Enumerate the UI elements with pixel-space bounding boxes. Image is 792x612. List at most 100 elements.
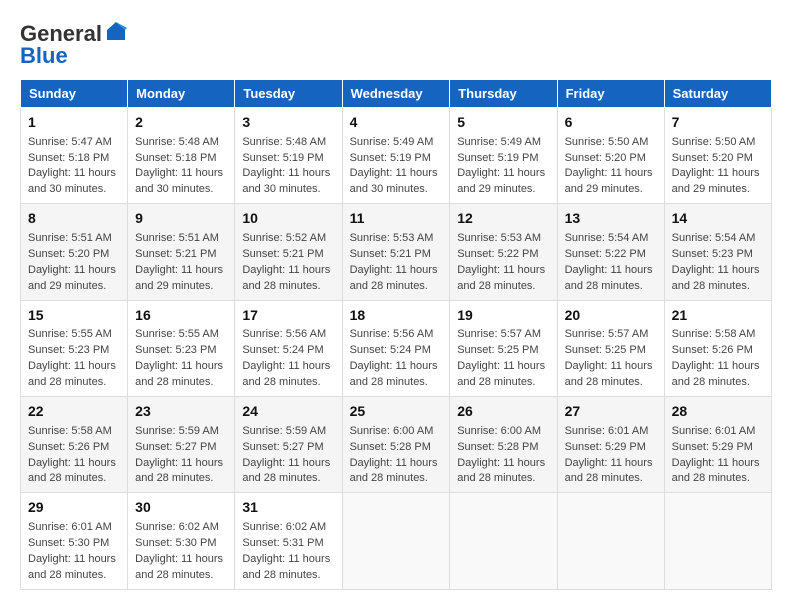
daylight-label: Daylight: 11 hours and 28 minutes.: [242, 360, 330, 388]
sunset-label: Sunset: 5:27 PM: [242, 441, 323, 453]
day-info: Sunrise: 5:48 AM Sunset: 5:18 PM Daylight:…: [135, 135, 227, 199]
day-info: Sunrise: 5:57 AMSunset: 5:25 PMDaylight:…: [457, 327, 549, 391]
day-number: 10: [242, 209, 334, 229]
day-number: 24: [242, 402, 334, 422]
sunrise-label: Sunrise: 5:56 AM: [350, 328, 434, 340]
daylight-label: Daylight: 11 hours and 28 minutes.: [672, 360, 760, 388]
day-info: Sunrise: 5:56 AM Sunset: 5:24 PM Daylight:…: [242, 327, 334, 391]
daylight-label: Daylight: 11 hours and 28 minutes.: [135, 553, 223, 581]
sunrise-label: Sunrise: 5:50 AM: [672, 136, 756, 148]
daylight-label: Daylight: 11 hours and 28 minutes.: [457, 457, 545, 485]
calendar-cell: 5Sunrise: 5:49 AMSunset: 5:19 PMDaylight…: [450, 108, 557, 204]
daylight-label: Daylight: 11 hours and 30 minutes.: [242, 167, 330, 195]
sunset-label: Sunset: 5:19 PM: [350, 152, 431, 164]
calendar-cell: 1Sunrise: 5:47 AMSunset: 5:18 PMDaylight…: [21, 108, 128, 204]
day-number: 5: [457, 113, 549, 133]
sunrise-label: Sunrise: 5:56 AM: [242, 328, 326, 340]
calendar-cell: [664, 493, 771, 589]
sunset-label: Sunset: 5:26 PM: [672, 344, 753, 356]
daylight-label: Daylight: 11 hours and 28 minutes.: [28, 457, 116, 485]
daylight-label: Daylight: 11 hours and 28 minutes.: [565, 360, 653, 388]
daylight-label: Daylight: 11 hours and 28 minutes.: [242, 553, 330, 581]
sunset-label: Sunset: 5:20 PM: [565, 152, 646, 164]
day-info: Sunrise: 5:56 AMSunset: 5:24 PMDaylight:…: [350, 327, 443, 391]
sunrise-label: Sunrise: 5:55 AM: [135, 328, 219, 340]
calendar-cell: 21Sunrise: 5:58 AMSunset: 5:26 PMDayligh…: [664, 300, 771, 396]
calendar-cell: 2 Sunrise: 5:48 AM Sunset: 5:18 PM Daylight…: [128, 108, 235, 204]
daylight-label: Daylight: 11 hours and 29 minutes.: [672, 167, 760, 195]
sunrise-label: Sunrise: 5:58 AM: [28, 425, 112, 437]
sunrise-label: Sunrise: 5:48 AM: [135, 136, 219, 148]
daylight-label: Daylight: 11 hours and 28 minutes.: [242, 264, 330, 292]
day-info: Sunrise: 6:00 AMSunset: 5:28 PMDaylight:…: [350, 424, 443, 488]
day-info: Sunrise: 5:50 AMSunset: 5:20 PMDaylight:…: [565, 135, 657, 199]
sunset-label: Sunset: 5:29 PM: [672, 441, 753, 453]
day-info: Sunrise: 5:54 AMSunset: 5:23 PMDaylight:…: [672, 231, 764, 295]
calendar-cell: 13Sunrise: 5:54 AMSunset: 5:22 PMDayligh…: [557, 204, 664, 300]
day-number: 29: [28, 498, 120, 518]
week-row-5: 29Sunrise: 6:01 AMSunset: 5:30 PMDayligh…: [21, 493, 772, 589]
calendar-cell: 29Sunrise: 6:01 AMSunset: 5:30 PMDayligh…: [21, 493, 128, 589]
column-header-monday: Monday: [128, 80, 235, 108]
calendar-cell: 18Sunrise: 5:56 AMSunset: 5:24 PMDayligh…: [342, 300, 450, 396]
day-info: Sunrise: 5:54 AMSunset: 5:22 PMDaylight:…: [565, 231, 657, 295]
sunset-label: Sunset: 5:30 PM: [28, 537, 109, 549]
calendar-cell: 15Sunrise: 5:55 AMSunset: 5:23 PMDayligh…: [21, 300, 128, 396]
sunrise-label: Sunrise: 5:54 AM: [565, 232, 649, 244]
calendar-cell: 12Sunrise: 5:53 AMSunset: 5:22 PMDayligh…: [450, 204, 557, 300]
day-info: Sunrise: 5:51 AMSunset: 5:20 PMDaylight:…: [28, 231, 120, 295]
column-header-sunday: Sunday: [21, 80, 128, 108]
day-info: Sunrise: 5:51 AMSunset: 5:21 PMDaylight:…: [135, 231, 227, 295]
day-number: 6: [565, 113, 657, 133]
day-info: Sunrise: 5:55 AMSunset: 5:23 PMDaylight:…: [135, 327, 227, 391]
day-number: 17: [242, 306, 334, 326]
sunset-label: Sunset: 5:25 PM: [457, 344, 538, 356]
calendar-cell: 17 Sunrise: 5:56 AM Sunset: 5:24 PM Dayligh…: [235, 300, 342, 396]
day-info: Sunrise: 5:47 AMSunset: 5:18 PMDaylight:…: [28, 135, 120, 199]
calendar-cell: 14Sunrise: 5:54 AMSunset: 5:23 PMDayligh…: [664, 204, 771, 300]
sunset-label: Sunset: 5:23 PM: [28, 344, 109, 356]
header-row: SundayMondayTuesdayWednesdayThursdayFrid…: [21, 80, 772, 108]
sunset-label: Sunset: 5:21 PM: [135, 248, 216, 260]
day-number: 12: [457, 209, 549, 229]
day-number: 30: [135, 498, 227, 518]
day-number: 19: [457, 306, 549, 326]
sunset-label: Sunset: 5:23 PM: [672, 248, 753, 260]
sunset-label: Sunset: 5:20 PM: [672, 152, 753, 164]
day-number: 9: [135, 209, 227, 229]
day-info: Sunrise: 5:49 AMSunset: 5:19 PMDaylight:…: [457, 135, 549, 199]
calendar-cell: 20Sunrise: 5:57 AMSunset: 5:25 PMDayligh…: [557, 300, 664, 396]
day-info: Sunrise: 6:02 AM Sunset: 5:31 PM Daylight:…: [242, 520, 334, 584]
sunset-label: Sunset: 5:25 PM: [565, 344, 646, 356]
sunset-label: Sunset: 5:28 PM: [457, 441, 538, 453]
day-info: Sunrise: 6:00 AMSunset: 5:28 PMDaylight:…: [457, 424, 549, 488]
sunset-label: Sunset: 5:18 PM: [135, 152, 216, 164]
day-number: 15: [28, 306, 120, 326]
daylight-label: Daylight: 11 hours and 28 minutes.: [350, 264, 438, 292]
calendar-cell: [342, 493, 450, 589]
sunrise-label: Sunrise: 5:59 AM: [242, 425, 326, 437]
sunset-label: Sunset: 5:21 PM: [242, 248, 323, 260]
calendar-cell: 3Sunrise: 5:48 AMSunset: 5:19 PMDaylight…: [235, 108, 342, 204]
calendar-table: SundayMondayTuesdayWednesdayThursdayFrid…: [20, 79, 772, 590]
daylight-label: Daylight: 11 hours and 28 minutes.: [457, 264, 545, 292]
calendar-cell: 10Sunrise: 5:52 AMSunset: 5:21 PMDayligh…: [235, 204, 342, 300]
sunset-label: Sunset: 5:20 PM: [28, 248, 109, 260]
calendar-cell: 28Sunrise: 6:01 AMSunset: 5:29 PMDayligh…: [664, 397, 771, 493]
sunset-label: Sunset: 5:21 PM: [350, 248, 431, 260]
daylight-label: Daylight: 11 hours and 28 minutes.: [350, 457, 438, 485]
calendar-cell: [450, 493, 557, 589]
sunset-label: Sunset: 5:24 PM: [242, 344, 323, 356]
day-info: Sunrise: 6:01 AMSunset: 5:30 PMDaylight:…: [28, 520, 120, 584]
day-info: Sunrise: 6:01 AMSunset: 5:29 PMDaylight:…: [565, 424, 657, 488]
calendar-cell: 8Sunrise: 5:51 AMSunset: 5:20 PMDaylight…: [21, 204, 128, 300]
daylight-label: Daylight: 11 hours and 28 minutes.: [565, 264, 653, 292]
day-number: 2: [135, 113, 227, 133]
calendar-cell: 27Sunrise: 6:01 AMSunset: 5:29 PMDayligh…: [557, 397, 664, 493]
daylight-label: Daylight: 11 hours and 30 minutes.: [135, 167, 223, 195]
week-row-2: 8Sunrise: 5:51 AMSunset: 5:20 PMDaylight…: [21, 204, 772, 300]
day-number: 14: [672, 209, 764, 229]
sunset-label: Sunset: 5:31 PM: [242, 537, 323, 549]
sunrise-label: Sunrise: 5:53 AM: [457, 232, 541, 244]
sunrise-label: Sunrise: 6:02 AM: [242, 521, 326, 533]
